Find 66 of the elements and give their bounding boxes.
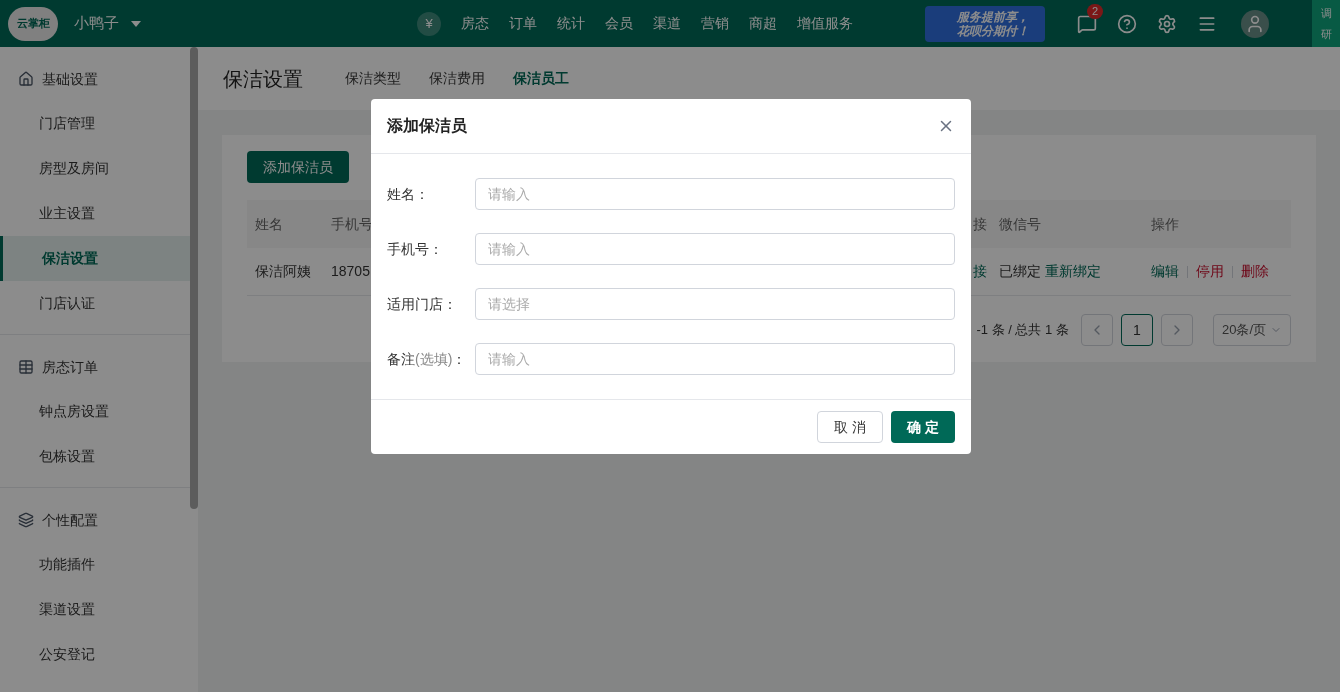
action-link[interactable]: 删除 — [1241, 261, 1269, 282]
nav-link[interactable]: 商超 — [749, 13, 777, 34]
nav-link[interactable]: 营销 — [701, 13, 729, 34]
dialog-title: 添加保洁员 — [387, 116, 467, 136]
confirm-button[interactable]: 确 定 — [891, 411, 955, 443]
sidebar-section-title: 房态订单 — [42, 357, 98, 377]
store-selector[interactable]: 小鸭子 — [74, 12, 141, 35]
column-header: 微信号 — [999, 215, 1041, 232]
sidebar-item[interactable]: 功能插件 — [0, 542, 190, 587]
field-label: 备注(选填)： — [387, 349, 468, 369]
field-label: 手机号： — [387, 239, 444, 259]
input-field[interactable]: 请输入 — [475, 178, 955, 210]
nav-link[interactable]: 房态 — [461, 13, 489, 34]
sidebar-item[interactable]: 公安登记 — [0, 632, 190, 677]
column-header: 手机号 — [331, 215, 373, 232]
column-header: 姓名 — [255, 215, 283, 232]
nav-link[interactable]: 增值服务 — [797, 13, 853, 34]
house-icon — [18, 71, 34, 87]
sidebar-item[interactable]: 房型及房间 — [0, 146, 190, 191]
help-icon[interactable] — [1117, 13, 1137, 34]
sidebar-item[interactable]: 渠道设置 — [0, 587, 190, 632]
layers-icon — [18, 512, 34, 528]
field-label: 姓名： — [387, 184, 430, 204]
nav-link[interactable]: 统计 — [557, 13, 585, 34]
action-link[interactable]: 编辑 — [1151, 261, 1179, 282]
sidebar-item[interactable]: 门店认证 — [0, 281, 190, 326]
message-icon[interactable] — [1077, 13, 1097, 34]
input-field[interactable]: 请选择 — [475, 288, 955, 320]
settings-icon[interactable] — [1157, 13, 1177, 34]
sidebar-section-title: 基础设置 — [42, 69, 98, 89]
table-cell: 18705 — [331, 263, 370, 279]
column-header: 接 — [973, 215, 987, 232]
page-size-select[interactable]: 20条/页 — [1212, 314, 1291, 346]
tab[interactable]: 保洁员工 — [513, 68, 569, 89]
avatar[interactable] — [1241, 9, 1269, 38]
tab[interactable]: 保洁类型 — [345, 68, 401, 89]
sidebar-item[interactable]: 包栋设置 — [0, 434, 190, 479]
promo-banner[interactable]: 服务提前享， 花呗分期付！ — [925, 5, 1045, 42]
action-link[interactable]: 停用 — [1196, 261, 1224, 282]
column-header: 操作 — [1151, 215, 1179, 232]
rebind-link[interactable]: 重新绑定 — [1045, 261, 1101, 282]
nav-link[interactable]: 订单 — [509, 13, 537, 34]
page-button[interactable]: 1 — [1120, 314, 1153, 346]
sidebar-item[interactable]: 钟点房设置 — [0, 389, 190, 434]
input-field[interactable]: 请输入 — [475, 343, 955, 375]
table-icon — [18, 359, 34, 375]
message-count-badge: 2 — [1087, 3, 1104, 19]
sidebar-item[interactable]: 门店管理 — [0, 101, 190, 146]
nav-link[interactable]: 渠道 — [653, 13, 681, 34]
table-cell: 接 — [973, 263, 987, 279]
input-field[interactable]: 请输入 — [475, 233, 955, 265]
page-title: 保洁设置 — [223, 66, 303, 92]
add-cleaner-button[interactable]: 添加保洁员 — [247, 151, 349, 183]
logo: 云掌柜 — [8, 6, 58, 41]
tab[interactable]: 保洁费用 — [429, 68, 485, 89]
nav-link[interactable]: 会员 — [605, 13, 633, 34]
survey-tab[interactable]: 调研 — [1312, 0, 1340, 47]
yuan-icon: ¥ — [417, 11, 441, 36]
sidebar-section-title: 个性配置 — [42, 510, 98, 530]
field-label: 适用门店： — [387, 294, 458, 314]
table-cell-text: 已绑定 — [999, 262, 1041, 281]
cancel-button[interactable]: 取 消 — [817, 411, 884, 443]
sidebar-item[interactable]: 业主设置 — [0, 191, 190, 236]
pagination-summary: -1 条 / 总共 1 条 — [976, 321, 1069, 340]
sidebar-item[interactable]: 保洁设置 — [0, 236, 190, 281]
table-cell: 保洁阿姨 — [255, 263, 311, 279]
